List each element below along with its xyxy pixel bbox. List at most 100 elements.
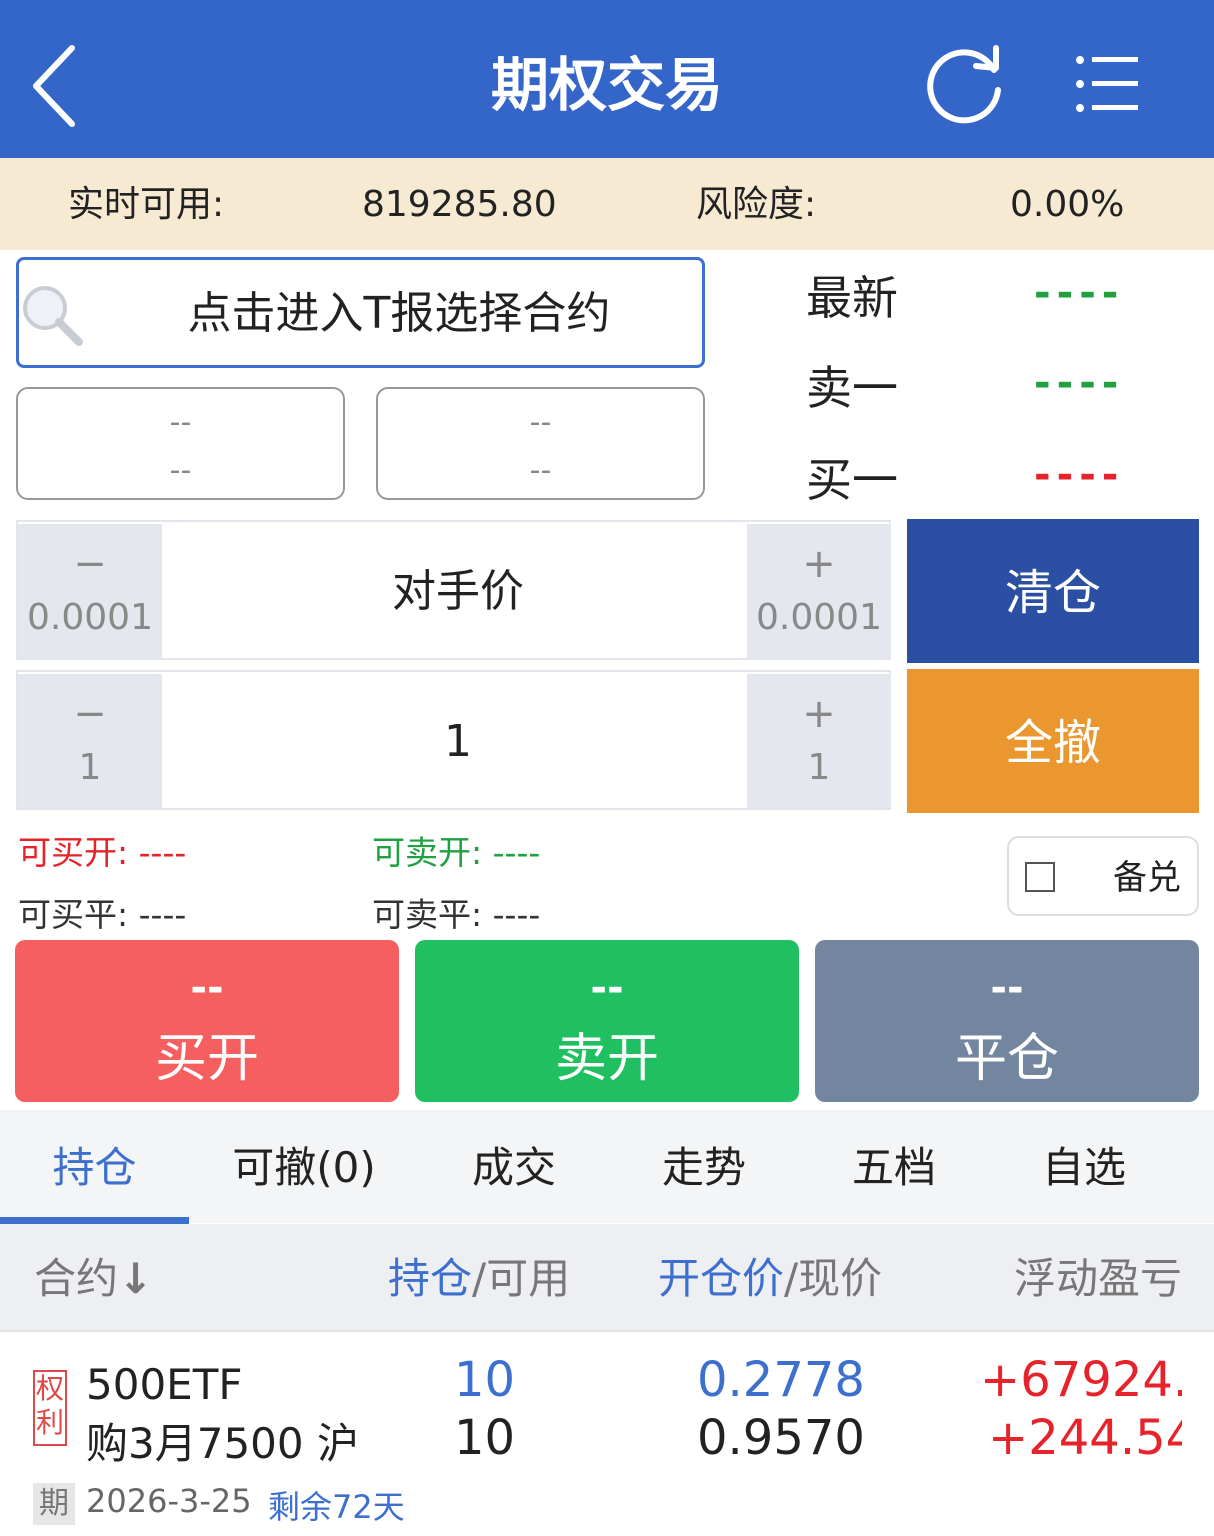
sort-down-arrow-icon: ↓ — [118, 1254, 154, 1303]
buy-open-available: 可买开: ---- — [18, 826, 186, 874]
close-all-button[interactable]: 清仓 — [907, 519, 1199, 663]
account-info-bar: 实时可用: 819285.80 风险度: 0.00% — [0, 158, 1214, 250]
menu-button[interactable] — [1074, 52, 1140, 116]
close-position-button[interactable]: -- 平仓 — [815, 940, 1199, 1102]
buy-close-available: 可买平: ---- — [18, 888, 186, 936]
period-tag: 期 — [33, 1483, 75, 1525]
col-current-price-label: /现价 — [784, 1254, 883, 1303]
ask1-value: ---- — [1034, 360, 1125, 406]
buy-close-value: ---- — [138, 895, 187, 934]
rights-tag-line2: 利 — [35, 1406, 64, 1439]
tab-watchlist[interactable]: 自选 — [989, 1110, 1179, 1223]
qty-decrement-button[interactable]: − 1 — [18, 674, 162, 808]
tab-five-levels[interactable]: 五档 — [799, 1110, 989, 1223]
last-price-label: 最新 — [806, 271, 898, 325]
col-open-price-label: 开仓价 — [658, 1254, 785, 1303]
rights-tag-line1: 权 — [35, 1372, 64, 1405]
open-price: 0.2778 — [697, 1352, 865, 1408]
current-price: 0.9570 — [697, 1410, 865, 1466]
sell-open-value: ---- — [492, 833, 541, 872]
col-price[interactable]: 开仓价/现价 — [658, 1224, 882, 1334]
price-input[interactable]: 对手价 — [168, 522, 748, 662]
col-position-label: 持仓 — [388, 1254, 473, 1303]
price-decrement-button[interactable]: − 0.0001 — [18, 524, 162, 658]
tab-trades[interactable]: 成交 — [419, 1110, 609, 1223]
put-contract-line1: -- — [529, 405, 552, 440]
minus-icon: − — [73, 691, 107, 737]
pnl-percent: +244.54 — [988, 1410, 1182, 1466]
buy-open-button[interactable]: -- 买开 — [15, 940, 399, 1102]
chevron-left-icon — [33, 45, 75, 127]
col-pnl-label: 浮动盈亏 — [1014, 1254, 1183, 1303]
expiry-date: 2026-3-25 — [86, 1482, 252, 1520]
risk-label: 风险度: — [696, 184, 817, 225]
sell-open-price: -- — [590, 965, 624, 1011]
buy-close-label: 可买平: — [18, 895, 129, 934]
minus-icon: − — [73, 541, 107, 587]
call-contract-box[interactable]: -- -- — [16, 387, 345, 500]
back-button[interactable] — [24, 40, 94, 130]
sell-open-available: 可卖开: ---- — [372, 826, 540, 874]
buy-open-label: 可买开: — [18, 833, 129, 872]
sell-close-available: 可卖平: ---- — [372, 888, 540, 936]
col-contract-label: 合约 — [34, 1254, 119, 1303]
bid1-value: ---- — [1034, 452, 1125, 498]
sell-close-label: 可卖平: — [372, 895, 483, 934]
refresh-button[interactable] — [924, 40, 1008, 126]
close-position-price: -- — [990, 965, 1024, 1011]
sell-open-label: 可卖开: — [372, 833, 483, 872]
search-icon — [23, 286, 83, 346]
available-qty: 10 — [454, 1410, 516, 1466]
sell-open-label: 卖开 — [554, 1029, 659, 1089]
refresh-icon — [927, 45, 1001, 124]
tab-cancelable[interactable]: 可撤(0) — [189, 1110, 419, 1223]
buy-open-price: -- — [190, 965, 224, 1011]
quantity-input[interactable]: 1 — [168, 672, 748, 812]
available-funds-label: 实时可用: — [68, 184, 225, 225]
close-position-label: 平仓 — [954, 1029, 1059, 1089]
plus-icon: + — [802, 691, 836, 737]
tab-trend[interactable]: 走势 — [609, 1110, 799, 1223]
contract-select-text: 点击进入T报选择合约 — [187, 288, 611, 339]
qty-increment-step: 1 — [807, 747, 831, 788]
contract-name-line1: 500ETF — [86, 1360, 243, 1409]
contract-select-button[interactable]: 点击进入T报选择合约 — [16, 257, 705, 368]
price-decrement-step: 0.0001 — [27, 597, 153, 638]
sell-close-value: ---- — [492, 895, 541, 934]
plus-icon: + — [802, 541, 836, 587]
buy-open-label: 买开 — [154, 1029, 259, 1089]
covered-toggle[interactable]: 备兑 — [1007, 836, 1199, 916]
sell-open-button[interactable]: -- 卖开 — [415, 940, 799, 1102]
positions-table-header: 合约↓ 持仓/可用 开仓价/现价 浮动盈亏 — [0, 1224, 1214, 1332]
contract-name-line2: 购3月7500 沪 — [86, 1419, 359, 1468]
qty-decrement-step: 1 — [78, 747, 102, 788]
pnl-amount: +67924.0 — [980, 1352, 1182, 1408]
page-title: 期权交易 — [490, 51, 723, 119]
covered-label: 备兑 — [1113, 858, 1181, 898]
qty-increment-button[interactable]: + 1 — [747, 674, 891, 808]
rights-tag: 权 利 — [33, 1370, 67, 1446]
available-funds-value: 819285.80 — [362, 184, 557, 225]
put-contract-line2: -- — [529, 453, 552, 488]
holding-qty: 10 — [454, 1352, 516, 1408]
cancel-all-button[interactable]: 全撤 — [907, 669, 1199, 813]
covered-checkbox[interactable] — [1025, 862, 1055, 892]
call-contract-line1: -- — [169, 405, 192, 440]
app-header: 期权交易 — [0, 0, 1214, 158]
quantity-stepper: − 1 1 + 1 — [16, 670, 891, 810]
col-contract[interactable]: 合约↓ — [34, 1224, 153, 1334]
active-tab-indicator — [0, 1217, 189, 1224]
tab-bar: 持仓 可撤(0) 成交 走势 五档 自选 — [0, 1110, 1214, 1223]
call-contract-line2: -- — [169, 453, 192, 488]
last-price-value: ---- — [1034, 270, 1125, 316]
list-menu-icon — [1076, 56, 1138, 112]
buy-open-value: ---- — [138, 833, 187, 872]
price-increment-step: 0.0001 — [756, 597, 882, 638]
col-position[interactable]: 持仓/可用 — [388, 1224, 570, 1334]
price-stepper: − 0.0001 对手价 + 0.0001 — [16, 520, 891, 660]
price-increment-button[interactable]: + 0.0001 — [747, 524, 891, 658]
ask1-label: 卖一 — [806, 361, 898, 415]
bid1-label: 买一 — [806, 453, 898, 507]
tab-positions[interactable]: 持仓 — [0, 1110, 189, 1223]
put-contract-box[interactable]: -- -- — [376, 387, 705, 500]
